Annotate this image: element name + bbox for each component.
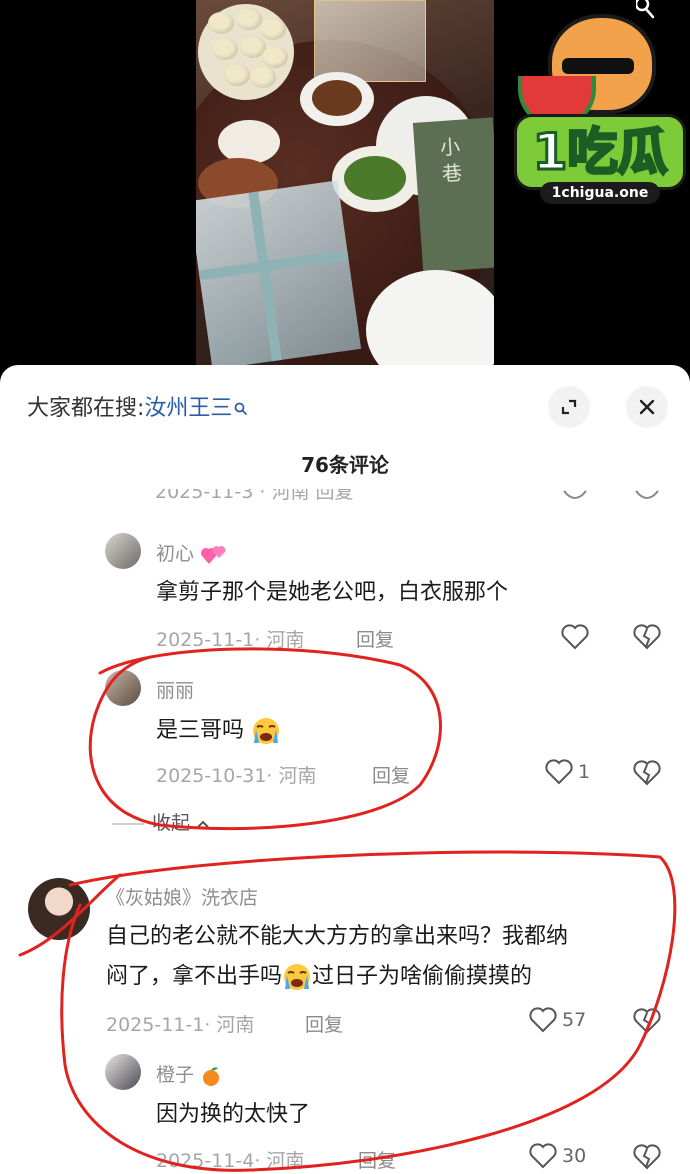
reply-button[interactable]: 回复 <box>305 1010 343 1037</box>
comment-text-row: 是三哥吗 <box>156 711 281 751</box>
comment-text: 过日子为啥偷偷摸摸的 <box>312 964 533 989</box>
eggs-plate <box>218 120 280 164</box>
comment-author: 初心 <box>156 543 195 565</box>
close-icon <box>639 399 655 415</box>
dislike-icon[interactable] <box>632 1143 662 1171</box>
ribbon-gift-box <box>196 180 362 365</box>
logo-brand-text: 1吃瓜 <box>514 114 686 190</box>
like-icon <box>529 1007 557 1033</box>
braised-meat-plate <box>300 72 374 126</box>
video-player[interactable]: 小 巷 1吃瓜 1chigua.one <box>0 0 690 365</box>
clear-gift-box <box>314 0 426 82</box>
paper-gift-bag: 小 巷 <box>412 117 494 273</box>
like-icon-cut[interactable] <box>562 489 588 503</box>
watermark-logo: 1吃瓜 1chigua.one <box>512 10 686 210</box>
reply-button[interactable]: 回复 <box>358 1146 396 1173</box>
loudly-crying-face-icon <box>284 964 311 990</box>
video-frame-dinner-table: 小 巷 <box>196 0 494 365</box>
comment-meta: 2025-11-4· 河南 <box>156 1150 305 1172</box>
greens-plate <box>332 146 418 212</box>
comment-text: 是三哥吗 <box>156 718 245 743</box>
comment-text-line2: 闷了，拿不出手吗 过日子为啥偷偷摸摸的 <box>106 957 532 997</box>
comment-meta: 2025-11-1· 河南 <box>156 629 305 651</box>
like-count: 57 <box>562 1009 587 1031</box>
collapse-replies-button[interactable]: 收起 <box>112 808 210 835</box>
dislike-icon-cut[interactable] <box>634 489 660 503</box>
hot-search-term[interactable]: 汝州王三 <box>144 396 232 421</box>
dislike-icon[interactable] <box>632 1007 662 1035</box>
comment-author[interactable]: 《灰姑娘》洗衣店 <box>106 883 258 910</box>
like-icon[interactable] <box>560 623 590 651</box>
steamed-buns-plate <box>198 4 294 100</box>
hot-search-prefix: 大家都在搜: <box>27 396 145 421</box>
comment-meta: 2025-10-31· 河南 <box>156 765 317 787</box>
logo-url-text: 1chigua.one <box>540 182 660 204</box>
comment-text: 闷了，拿不出手吗 <box>106 964 283 989</box>
like-count: 1 <box>578 761 591 783</box>
comment-author: 橙子 <box>156 1064 195 1086</box>
avatar[interactable] <box>28 878 90 940</box>
avatar[interactable] <box>105 1054 141 1090</box>
search-icon <box>235 402 248 415</box>
avatar[interactable] <box>105 670 141 706</box>
comment-author[interactable]: 丽丽 <box>156 676 194 703</box>
sparkling-heart-icon <box>201 545 226 564</box>
expand-icon <box>561 399 577 415</box>
cut-meta-text: 2025-11-3 · 河南 回复 <box>155 489 354 503</box>
like-count: 30 <box>562 1145 587 1167</box>
tangerine-icon <box>203 1066 220 1086</box>
comment-author-row[interactable]: 橙子 <box>156 1060 222 1087</box>
like-control[interactable]: 30 <box>528 1142 586 1170</box>
like-icon <box>529 1143 557 1169</box>
dislike-icon[interactable] <box>632 623 662 651</box>
like-control[interactable]: 57 <box>528 1006 586 1034</box>
sunglasses-icon <box>562 58 634 74</box>
close-button[interactable] <box>626 386 668 428</box>
like-control[interactable]: 1 <box>544 758 590 786</box>
dislike-icon[interactable] <box>632 759 662 787</box>
collapse-label: 收起 <box>152 812 191 834</box>
comment-text: 拿剪子那个是她老公吧，白衣服那个 <box>156 580 509 605</box>
reply-button[interactable]: 回复 <box>372 761 410 788</box>
comment-meta: 2025-11-1· 河南 <box>106 1014 255 1036</box>
expand-button[interactable] <box>548 386 590 428</box>
like-icon <box>545 759 573 785</box>
comment-author-row[interactable]: 初心 <box>156 539 228 566</box>
loudly-crying-face-icon <box>253 718 280 744</box>
chevron-up-icon <box>197 820 209 828</box>
hot-search-bar[interactable]: 大家都在搜:汝州王三 <box>27 389 248 429</box>
comment-count: 76条评论 <box>301 453 389 477</box>
comments-sheet: 大家都在搜:汝州王三 76条评论 2025-11-3 · 河南 回复 初心 拿剪… <box>0 365 690 1174</box>
reply-button[interactable]: 回复 <box>356 625 394 652</box>
avatar[interactable] <box>105 533 141 569</box>
comment-text-line1: 自己的老公就不能大大方方的拿出来吗？我都纳 <box>106 924 569 949</box>
comment-text: 因为换的太快了 <box>156 1102 311 1127</box>
